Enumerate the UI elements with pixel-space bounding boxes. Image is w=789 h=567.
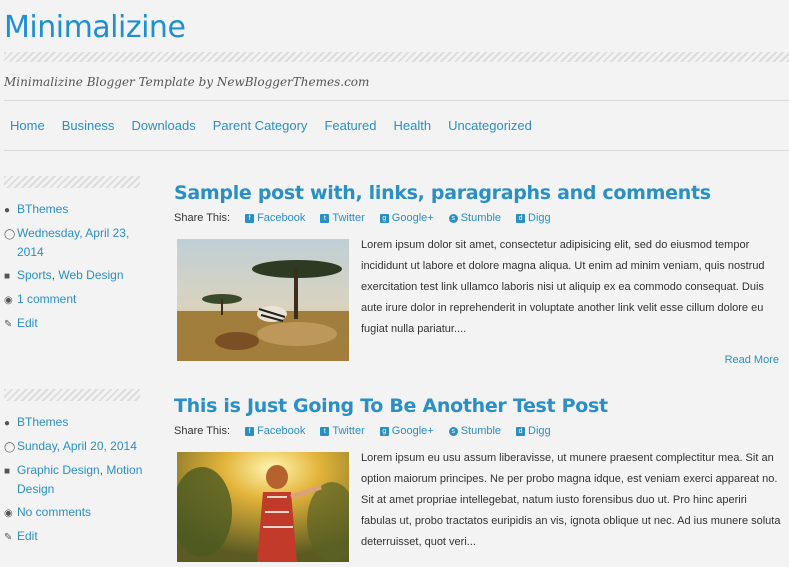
share-bar: Share This: f Facebook t Twitter g Google+ … bbox=[174, 212, 784, 224]
comments-link[interactable]: No comments bbox=[17, 503, 91, 522]
date-link[interactable]: Sunday, April 20, 2014 bbox=[17, 437, 137, 456]
post-title[interactable]: Sample post with, links, paragraphs and … bbox=[174, 182, 711, 204]
title-divider bbox=[4, 52, 789, 62]
meta-divider bbox=[4, 176, 140, 188]
digg-icon: d bbox=[516, 213, 526, 223]
share-googleplus[interactable]: g Google+ bbox=[379, 212, 434, 224]
stumbleupon-icon: s bbox=[448, 426, 458, 436]
post-thumbnail[interactable] bbox=[172, 452, 357, 562]
stumbleupon-icon: s bbox=[448, 213, 458, 223]
clock-icon: ◯ bbox=[4, 229, 16, 240]
digg-icon: d bbox=[516, 426, 526, 436]
post-thumbnail[interactable] bbox=[177, 239, 349, 361]
facebook-icon: f bbox=[245, 213, 255, 223]
category-link[interactable]: Sports bbox=[17, 268, 52, 282]
share-twitter[interactable]: t Twitter bbox=[320, 212, 365, 224]
comment-icon: ◉ bbox=[4, 295, 13, 306]
author-link[interactable]: BThemes bbox=[17, 413, 68, 432]
comment-icon: ◉ bbox=[4, 508, 13, 519]
folder-icon: ■ bbox=[4, 466, 11, 477]
user-icon: ● bbox=[4, 205, 11, 216]
nav-divider bbox=[4, 150, 789, 151]
share-twitter[interactable]: t Twitter bbox=[320, 425, 365, 437]
share-facebook[interactable]: f Facebook bbox=[245, 212, 305, 224]
googleplus-icon: g bbox=[379, 426, 389, 436]
share-digg[interactable]: d Digg bbox=[516, 212, 551, 224]
nav-home[interactable]: Home bbox=[10, 118, 45, 133]
post-excerpt: Lorem ipsum dolor sit amet, consectetur … bbox=[361, 239, 765, 335]
post-meta: ● BThemes ◯ Wednesday, April 23, 2014 ■ Spo… bbox=[4, 176, 144, 338]
header-divider bbox=[4, 100, 789, 101]
share-digg[interactable]: d Digg bbox=[516, 425, 551, 437]
nav-business[interactable]: Business bbox=[62, 118, 115, 133]
post: Sample post with, links, paragraphs and … bbox=[174, 182, 784, 366]
twitter-icon: t bbox=[320, 426, 330, 436]
nav-featured[interactable]: Featured bbox=[324, 118, 376, 133]
share-label: Share This: bbox=[174, 425, 231, 437]
post-excerpt: Lorem ipsum eu usu assum liberavisse, ut… bbox=[361, 452, 781, 548]
post: This is Just Going To Be Another Test Po… bbox=[172, 395, 784, 562]
nav-uncategorized[interactable]: Uncategorized bbox=[448, 118, 532, 133]
share-label: Share This: bbox=[174, 212, 231, 224]
user-icon: ● bbox=[4, 418, 11, 429]
comments-link[interactable]: 1 comment bbox=[17, 290, 76, 309]
googleplus-icon: g bbox=[379, 213, 389, 223]
twitter-icon: t bbox=[320, 213, 330, 223]
author-link[interactable]: BThemes bbox=[17, 200, 68, 219]
pencil-icon: ✎ bbox=[4, 532, 13, 543]
share-stumble[interactable]: s Stumble bbox=[448, 425, 501, 437]
share-stumble[interactable]: s Stumble bbox=[448, 212, 501, 224]
clock-icon: ◯ bbox=[4, 442, 16, 453]
read-more-link[interactable]: Read More bbox=[725, 354, 779, 366]
site-title[interactable]: Minimalizine bbox=[4, 10, 186, 45]
post-title[interactable]: This is Just Going To Be Another Test Po… bbox=[174, 395, 608, 417]
post-meta: ● BThemes ◯ Sunday, April 20, 2014 ■ Graphi… bbox=[4, 389, 144, 551]
share-bar: Share This: f Facebook t Twitter g Google+ … bbox=[174, 425, 784, 437]
nav-downloads[interactable]: Downloads bbox=[131, 118, 195, 133]
category-link[interactable]: Graphic Design bbox=[17, 463, 100, 477]
share-googleplus[interactable]: g Google+ bbox=[379, 425, 434, 437]
main-nav: Home Business Downloads Parent Category … bbox=[10, 118, 532, 133]
nav-health[interactable]: Health bbox=[393, 118, 431, 133]
date-link[interactable]: Wednesday, April 23, 2014 bbox=[17, 224, 144, 262]
meta-divider bbox=[4, 389, 140, 401]
pencil-icon: ✎ bbox=[4, 319, 13, 330]
category-link[interactable]: Web Design bbox=[58, 268, 123, 282]
facebook-icon: f bbox=[245, 426, 255, 436]
edit-link[interactable]: Edit bbox=[17, 527, 38, 546]
folder-icon: ■ bbox=[4, 271, 11, 282]
nav-parent-category[interactable]: Parent Category bbox=[213, 118, 308, 133]
share-facebook[interactable]: f Facebook bbox=[245, 425, 305, 437]
site-tagline: Minimalizine Blogger Template by NewBlog… bbox=[4, 75, 370, 89]
edit-link[interactable]: Edit bbox=[17, 314, 38, 333]
